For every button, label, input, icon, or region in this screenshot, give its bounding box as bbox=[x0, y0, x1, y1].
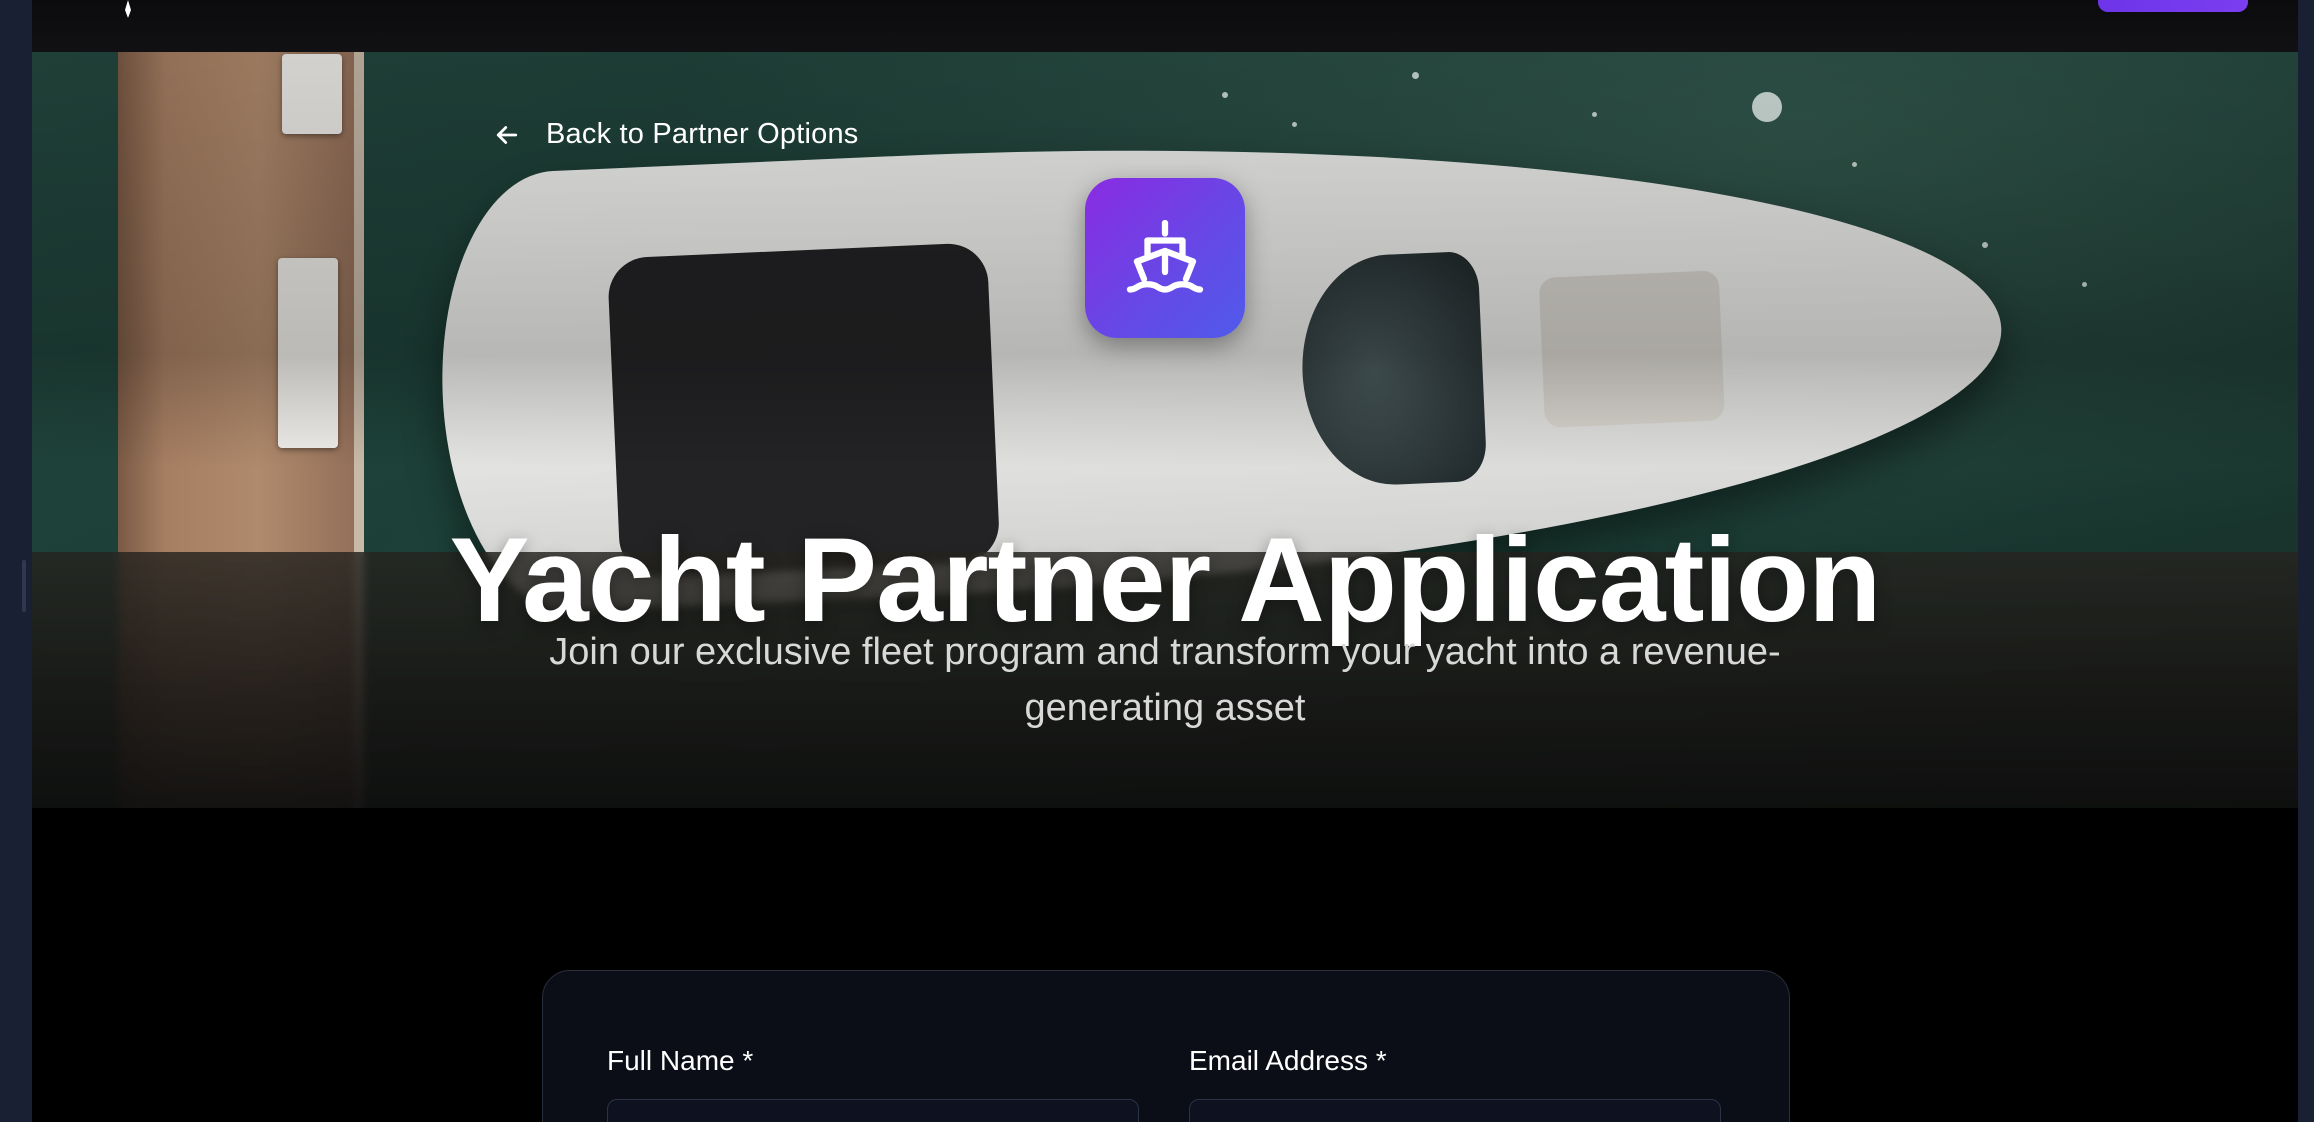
email-address-input[interactable] bbox=[1189, 1099, 1721, 1122]
top-navigation-bar bbox=[32, 0, 2298, 52]
full-name-label: Full Name * bbox=[607, 1045, 754, 1076]
email-address-label: Email Address * bbox=[1189, 1045, 1387, 1076]
sidebar-resize-handle[interactable] bbox=[22, 560, 26, 612]
back-to-partner-options-link[interactable]: Back to Partner Options bbox=[492, 118, 858, 151]
back-link-label: Back to Partner Options bbox=[546, 118, 859, 150]
arrow-left-icon bbox=[496, 125, 518, 144]
page-subtitle: Join our exclusive fleet program and tra… bbox=[549, 631, 1781, 729]
compass-needle-icon[interactable] bbox=[124, 0, 132, 18]
app-frame: Back to Partner Options Yacht Partner Ap… bbox=[32, 0, 2298, 1122]
hero-section: Back to Partner Options Yacht Partner Ap… bbox=[32, 52, 2298, 808]
app-icon-tile bbox=[1085, 178, 1245, 338]
ship-icon bbox=[1126, 219, 1204, 293]
full-name-input[interactable] bbox=[607, 1099, 1139, 1122]
partner-application-form: Full Name * Email Address * bbox=[542, 970, 1790, 1122]
header-cta-button[interactable] bbox=[2098, 0, 2248, 12]
